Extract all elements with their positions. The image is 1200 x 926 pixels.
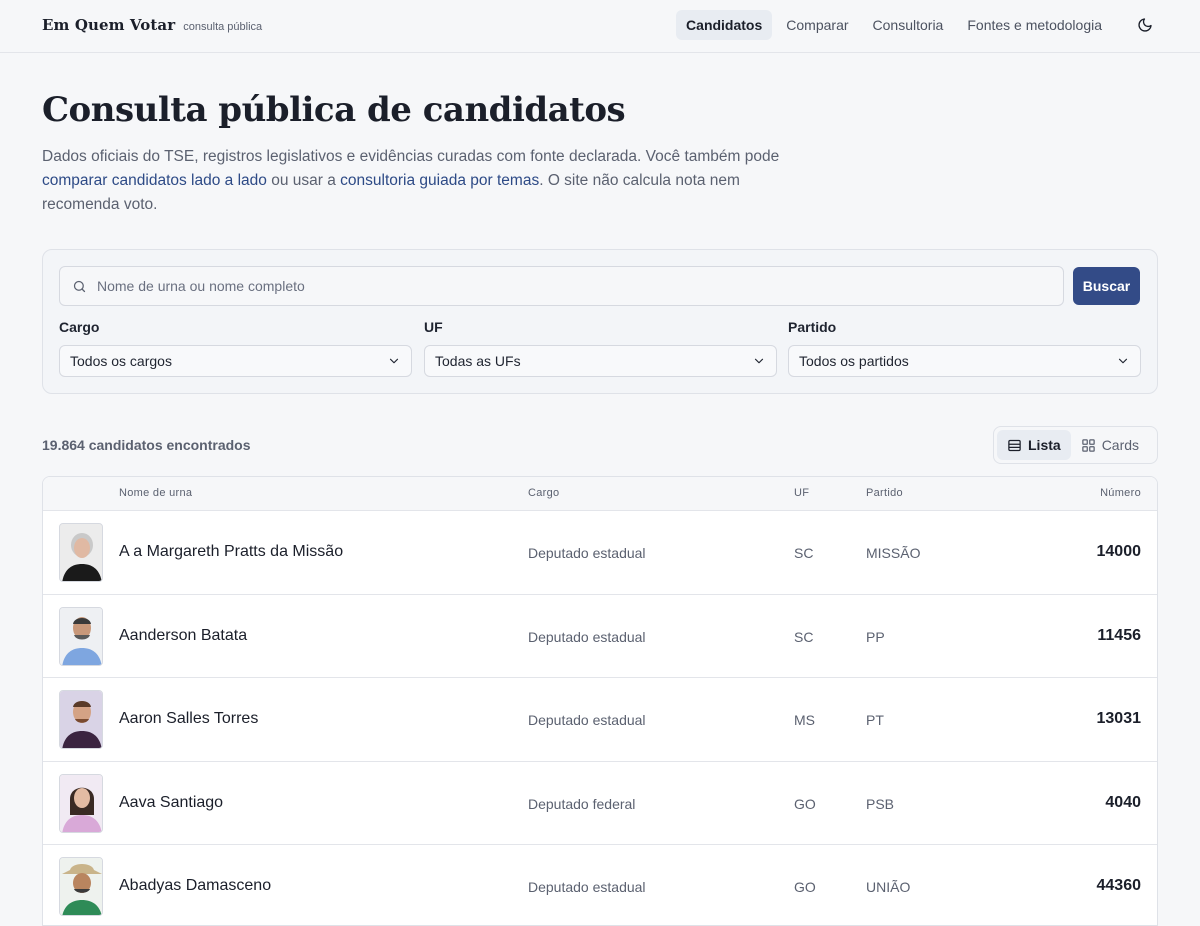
chevron-down-icon <box>1118 358 1128 364</box>
candidate-name[interactable]: Aanderson Batata <box>119 627 247 645</box>
table-row[interactable]: Aaron Salles Torres Deputado estadual MS… <box>43 678 1157 762</box>
candidate-uf: MS <box>794 712 815 728</box>
table-row[interactable]: Aava Santiago Deputado federal GO PSB 40… <box>43 762 1157 845</box>
view-toggle: Lista Cards <box>993 426 1158 464</box>
candidate-numero: 44360 <box>1096 877 1142 894</box>
grid-icon <box>1081 438 1095 452</box>
partido-filter: Partido Todos os partidos <box>788 319 1141 377</box>
page-title: Consulta pública de candidatos <box>42 90 626 130</box>
search-input[interactable] <box>97 278 997 294</box>
candidate-numero: 13031 <box>1096 710 1142 727</box>
cargo-select-value: Todos os cargos <box>70 353 172 369</box>
candidate-partido: PT <box>866 712 884 728</box>
search-button[interactable]: Buscar <box>1073 267 1140 305</box>
avatar <box>59 690 103 749</box>
candidate-partido: UNIÃO <box>866 879 911 895</box>
nav-item-consultoria[interactable]: Consultoria <box>863 10 954 40</box>
list-icon <box>1008 439 1021 451</box>
column-header-uf[interactable]: UF <box>794 487 809 499</box>
candidate-name[interactable]: Aava Santiago <box>119 794 223 812</box>
uf-filter-label: UF <box>424 319 443 335</box>
moon-icon <box>1138 18 1152 32</box>
uf-select-value: Todas as UFs <box>435 353 521 369</box>
table-row[interactable]: Abadyas Damasceno Deputado estadual GO U… <box>43 845 1157 925</box>
candidate-name[interactable]: Aaron Salles Torres <box>119 710 258 728</box>
candidate-name[interactable]: A a Margareth Pratts da Missão <box>119 543 343 561</box>
candidate-uf: SC <box>794 545 814 561</box>
table-header: Nome de urna Cargo UF Partido Número <box>43 477 1157 511</box>
column-header-nome[interactable]: Nome de urna <box>119 487 192 499</box>
avatar <box>59 523 103 582</box>
column-header-cargo[interactable]: Cargo <box>528 487 559 499</box>
brand-subtitle: consulta pública <box>183 21 263 33</box>
chevron-down-icon <box>754 358 764 364</box>
candidate-cargo: Deputado estadual <box>528 879 646 895</box>
partido-filter-label: Partido <box>788 319 837 335</box>
candidate-cargo: Deputado federal <box>528 795 636 812</box>
top-navigation-bar: Em Quem Votar consulta pública Candidato… <box>0 0 1200 53</box>
brand-name[interactable]: Em Quem Votar <box>42 16 175 34</box>
column-header-partido[interactable]: Partido <box>866 487 903 499</box>
main-nav: Candidatos Comparar Consultoria Fontes e… <box>672 10 1160 40</box>
uf-select[interactable]: Todas as UFs <box>424 345 777 377</box>
candidate-cargo: Deputado estadual <box>528 628 646 645</box>
intro-text-part: Dados oficiais do TSE, registros legisla… <box>42 148 780 165</box>
view-cards-button[interactable]: Cards <box>1071 430 1149 460</box>
search-icon <box>73 280 86 292</box>
candidate-uf: SC <box>794 628 814 645</box>
candidate-numero: 4040 <box>1105 793 1141 811</box>
nav-item-candidatos[interactable]: Candidatos <box>676 10 773 40</box>
candidate-numero: 11456 <box>1097 626 1141 644</box>
column-header-numero[interactable]: Número <box>1100 487 1141 499</box>
candidate-cargo: Deputado estadual <box>528 545 646 561</box>
candidate-numero: 14000 <box>1096 543 1142 560</box>
brand[interactable]: Em Quem Votar consulta pública <box>42 16 262 34</box>
candidate-name[interactable]: Abadyas Damasceno <box>119 877 271 895</box>
uf-filter: UF Todas as UFs <box>424 319 777 377</box>
avatar <box>59 857 103 916</box>
candidate-uf: GO <box>794 795 816 812</box>
theme-toggle-button[interactable] <box>1130 10 1160 40</box>
candidate-cargo: Deputado estadual <box>528 712 646 728</box>
avatar <box>59 606 103 666</box>
result-count: 19.864 candidatos encontrados <box>42 437 251 453</box>
candidate-partido: MISSÃO <box>866 545 921 561</box>
partido-select-value: Todos os partidos <box>799 353 909 369</box>
intro-text-part: ou usar a <box>266 172 341 189</box>
partido-select[interactable]: Todos os partidos <box>788 345 1141 377</box>
nav-item-comparar[interactable]: Comparar <box>776 10 858 40</box>
compare-link[interactable]: comparar candidatos lado a lado <box>42 172 267 189</box>
candidate-partido: PSB <box>866 795 895 812</box>
consultoria-link[interactable]: consultoria guiada por temas <box>340 172 539 189</box>
candidate-partido: PP <box>866 628 885 645</box>
cargo-select[interactable]: Todos os cargos <box>59 345 412 377</box>
table-row[interactable]: Aanderson Batata Deputado estadual SC PP… <box>43 595 1157 678</box>
avatar <box>59 773 103 833</box>
filter-panel: Buscar Cargo Todos os cargos UF Todas as… <box>42 249 1158 394</box>
search-box <box>59 266 1064 306</box>
chevron-down-icon <box>389 358 399 364</box>
intro-text: Dados oficiais do TSE, registros legisla… <box>42 145 792 217</box>
cargo-filter-label: Cargo <box>59 319 100 335</box>
nav-item-fontes-metodologia[interactable]: Fontes e metodologia <box>957 10 1112 40</box>
view-list-button[interactable]: Lista <box>997 430 1071 460</box>
table-row[interactable]: A a Margareth Pratts da Missão Deputado … <box>43 511 1157 595</box>
candidate-uf: GO <box>794 879 816 895</box>
view-cards-label: Cards <box>1101 437 1140 453</box>
candidates-table: Nome de urna Cargo UF Partido Número A a… <box>42 476 1158 926</box>
view-list-label: Lista <box>1028 437 1061 453</box>
cargo-filter: Cargo Todos os cargos <box>59 319 412 377</box>
